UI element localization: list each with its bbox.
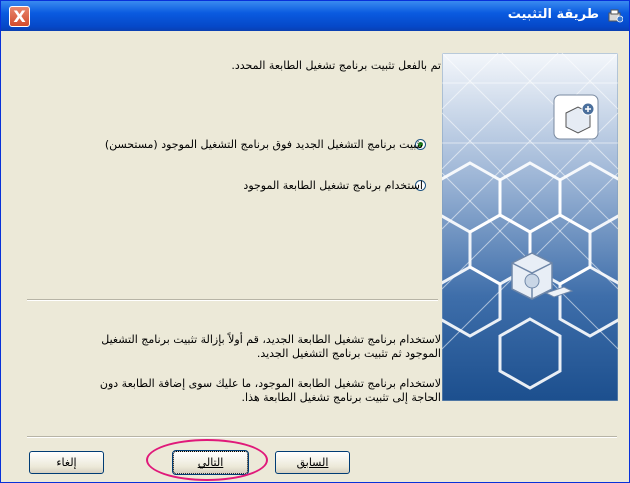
- option-install-new-label[interactable]: تثبيت برنامج التشغيل الجديد فوق برنامج ا…: [3, 138, 423, 151]
- close-icon: X: [13, 7, 26, 26]
- separator-top: [27, 299, 438, 301]
- note-existing-driver-line1: لاستخدام برنامج تشغيل الطابعة الموجود، م…: [99, 377, 441, 390]
- separator-bottom: [27, 436, 617, 438]
- title-bar[interactable]: طريقة التثبيت X: [1, 1, 629, 31]
- window-title: طريقة التثبيت: [507, 7, 599, 22]
- option-use-existing-label[interactable]: استخدام برنامج تشغيل الطابعة الموجود: [23, 179, 423, 192]
- close-button[interactable]: X: [9, 6, 30, 27]
- cancel-button[interactable]: إلغاء: [29, 451, 104, 474]
- note-new-driver-line2: الموجود ثم تثبيت برنامج التشغيل الجديد.: [256, 347, 441, 360]
- decorative-hexagon-panel: [442, 53, 618, 401]
- intro-text: تم بالفعل تثبيت برنامج تشغيل الطابعة الم…: [231, 59, 441, 72]
- back-button[interactable]: السابق: [275, 451, 350, 474]
- printer-add-icon: [553, 94, 599, 140]
- dialog-body: تم بالفعل تثبيت برنامج تشغيل الطابعة الم…: [5, 31, 625, 480]
- app-icon: [608, 9, 623, 23]
- note-existing-driver-line2: الحاجة إلى تثبيت برنامج تشغيل الطابعة هذ…: [241, 391, 441, 404]
- next-button[interactable]: التالي: [172, 450, 249, 475]
- note-new-driver-line1: لاستخدام برنامج تشغيل الطابعة الجديد، قم…: [101, 333, 441, 346]
- install-method-dialog: طريقة التثبيت X تم بالفعل تثبيت برنامج ت…: [0, 0, 630, 483]
